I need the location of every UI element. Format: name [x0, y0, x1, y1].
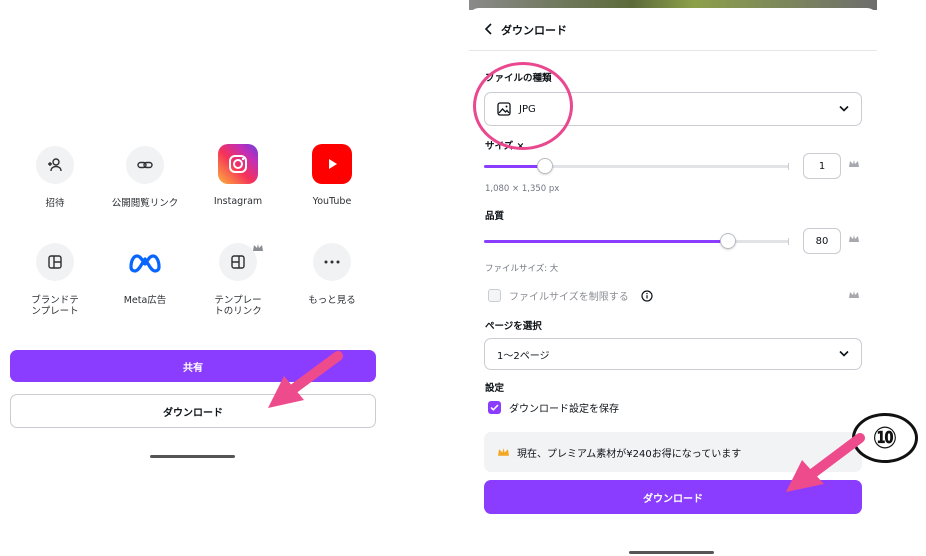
- annotation-arrow-right: [786, 433, 865, 492]
- annotation-circle: [473, 62, 573, 150]
- instagram-icon: [218, 144, 258, 184]
- settings-label: 設定: [485, 383, 505, 394]
- panel-title: ダウンロード: [501, 24, 567, 37]
- share-item-public-link[interactable]: 公開閲覧リンク: [100, 146, 190, 209]
- promo-text: 現在、プレミアム素材が¥240お得になっています: [517, 448, 742, 460]
- share-item-label: 招待: [45, 198, 65, 209]
- meta-icon: [126, 243, 164, 281]
- home-indicator: [629, 551, 714, 554]
- home-indicator: [150, 455, 235, 458]
- crown-icon: [849, 160, 859, 171]
- share-item-template-link[interactable]: テンプレー トのリンク: [193, 243, 283, 317]
- share-item-instagram[interactable]: Instagram: [193, 144, 283, 207]
- annotation-arrow-left: [268, 351, 343, 408]
- crown-icon: [849, 235, 859, 246]
- share-item-label: Meta広告: [123, 295, 167, 306]
- share-item-label: YouTube: [312, 196, 352, 207]
- template-link-icon: [219, 243, 263, 281]
- file-size-text: ファイルサイズ: 大: [485, 264, 559, 274]
- chevron-down-icon: [839, 104, 849, 115]
- share-sheet: 招待 公開閲覧リンク Instagram YouTube ブランドテ ンプレート…: [0, 0, 400, 556]
- quality-label: 品質: [485, 211, 505, 222]
- share-item-label: Instagram: [213, 196, 263, 207]
- slider-end-tick: [788, 163, 789, 170]
- limit-file-size-option[interactable]: ファイルサイズを制限する: [488, 288, 653, 303]
- save-settings-label: ダウンロード設定を保存: [509, 404, 619, 415]
- crown-icon: [498, 447, 509, 457]
- quality-input[interactable]: 80: [803, 228, 841, 254]
- share-item-label: ブランドテ ンプレート: [31, 295, 79, 317]
- info-icon[interactable]: [641, 289, 653, 302]
- share-item-meta-ads[interactable]: Meta広告: [100, 243, 190, 306]
- chevron-down-icon: [839, 349, 849, 360]
- limit-file-size-checkbox[interactable]: [488, 289, 501, 302]
- slider-end-tick: [788, 238, 789, 245]
- size-slider-fill: [484, 165, 545, 168]
- page-select-value: 1〜2ページ: [497, 350, 550, 362]
- panel-header: ダウンロード: [484, 22, 567, 38]
- share-item-label: 公開閲覧リンク: [111, 198, 179, 209]
- page-select[interactable]: 1〜2ページ: [484, 338, 862, 370]
- save-settings-option[interactable]: ダウンロード設定を保存: [488, 400, 619, 415]
- crown-icon: [253, 237, 263, 256]
- share-item-more[interactable]: もっと見る: [287, 243, 377, 306]
- page-select-label: ページを選択: [485, 321, 542, 332]
- youtube-icon: [312, 144, 352, 184]
- quality-slider[interactable]: [484, 233, 789, 249]
- brand-template-icon: [36, 243, 74, 281]
- size-input[interactable]: 1: [803, 153, 841, 179]
- header-divider: [469, 50, 877, 51]
- quality-slider-fill: [484, 240, 728, 243]
- crown-icon: [849, 291, 859, 302]
- limit-file-size-label: ファイルサイズを制限する: [509, 292, 629, 303]
- share-item-brand-template[interactable]: ブランドテ ンプレート: [10, 243, 100, 317]
- size-slider[interactable]: [484, 158, 789, 174]
- dimensions-text: 1,080 × 1,350 px: [485, 184, 560, 194]
- link-icon: [126, 146, 164, 184]
- quality-slider-thumb[interactable]: [720, 233, 736, 249]
- back-chevron-icon[interactable]: [484, 22, 493, 38]
- share-item-label: テンプレー トのリンク: [214, 295, 262, 317]
- more-icon: [313, 243, 351, 281]
- share-item-label: もっと見る: [308, 295, 356, 306]
- size-slider-thumb[interactable]: [537, 158, 553, 174]
- add-user-icon: [36, 146, 74, 184]
- share-item-invite[interactable]: 招待: [10, 146, 100, 209]
- save-settings-checkbox[interactable]: [488, 401, 501, 414]
- share-item-youtube[interactable]: YouTube: [287, 144, 377, 207]
